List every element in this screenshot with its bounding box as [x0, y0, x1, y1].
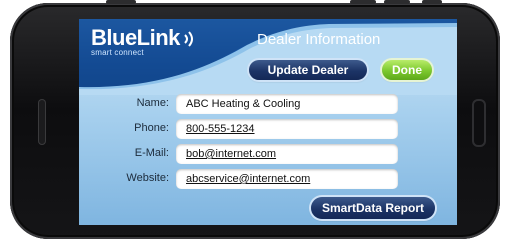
logo-wordmark: BlueLink — [91, 25, 180, 50]
earpiece-speaker — [38, 99, 46, 145]
volume-up-button — [350, 0, 376, 4]
email-label: E-Mail: — [134, 147, 169, 159]
wireless-waves-icon — [184, 31, 193, 47]
update-dealer-button[interactable]: Update Dealer — [249, 60, 367, 80]
email-field[interactable]: bob@internet.com — [176, 144, 398, 164]
website-label: Website: — [126, 172, 169, 184]
smartdata-report-button[interactable]: SmartData Report — [311, 197, 435, 219]
home-button[interactable] — [472, 99, 486, 147]
form-row-name: Name: ABC Heating & Cooling — [79, 94, 457, 114]
form-row-phone: Phone: 800-555-1234 — [79, 119, 457, 139]
form-row-website: Website: abcservice@internet.com — [79, 169, 457, 189]
volume-down-button — [384, 0, 410, 4]
mute-switch — [422, 0, 442, 4]
done-button[interactable]: Done — [382, 60, 432, 80]
phone-frame: BlueLink smart connect Dealer Informatio… — [10, 0, 500, 239]
bluelink-logo: BlueLink smart connect — [91, 25, 180, 58]
name-label: Name: — [136, 97, 169, 109]
phone-label: Phone: — [134, 122, 169, 134]
form-row-email: E-Mail: bob@internet.com — [79, 144, 457, 164]
power-button — [106, 0, 136, 4]
name-field[interactable]: ABC Heating & Cooling — [176, 94, 398, 114]
app-screen: BlueLink smart connect Dealer Informatio… — [79, 19, 457, 225]
phone-field[interactable]: 800-555-1234 — [176, 119, 398, 139]
page-title: Dealer Information — [257, 31, 381, 48]
website-field[interactable]: abcservice@internet.com — [176, 169, 398, 189]
